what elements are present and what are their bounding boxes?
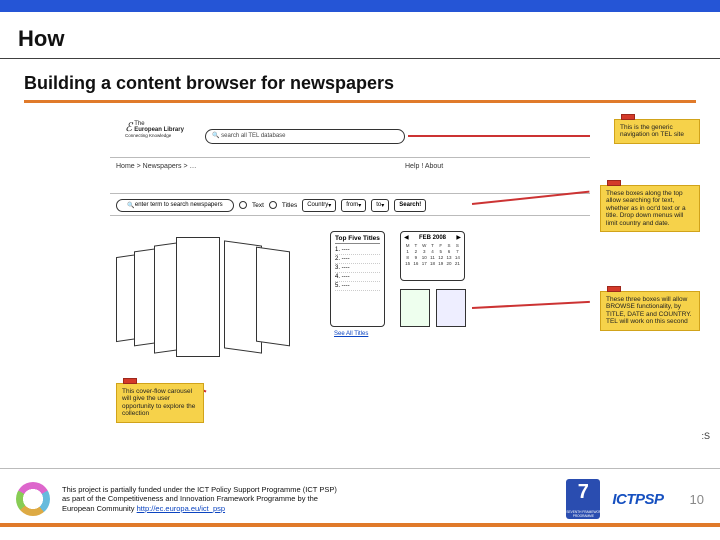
note-tab-icon [607,180,621,186]
leader-line [408,135,590,137]
calendar-month-label: FEB 2008 [419,235,446,241]
footer-accent-bar [0,523,720,527]
divider [110,157,590,158]
wireframe-canvas: ℰ The European Library Connecting Knowle… [10,115,710,445]
page-subtitle: Building a content browser for newspaper… [24,73,696,94]
annotation-carousel: This cover-flow carousel will give the u… [116,383,204,423]
cropped-text-fragment: :S [701,431,710,441]
subtitle-rule [24,100,696,103]
see-all-titles-link[interactable]: See All Titles [334,331,368,337]
newspaper-search-input[interactable]: 🔍 enter term to search newspapers [116,199,234,212]
radio-titles[interactable] [269,201,277,209]
note-tab-icon [621,114,635,120]
list-item[interactable]: 2. ---- [335,255,380,264]
country-thumbnail[interactable] [400,289,430,327]
list-item[interactable]: 1. ---- [335,246,380,255]
coverflow-carousel[interactable] [116,235,306,365]
european-library-logo: ℰ The European Library Connecting Knowle… [125,121,190,147]
country-select[interactable]: Country ▾ [302,199,336,212]
breadcrumb[interactable]: Home > Newspapers > … [116,163,197,170]
annotation-nav: This is the generic navigation on TEL si… [614,119,700,144]
page-number: 10 [690,492,704,507]
radio-titles-label: Titles [282,202,297,209]
funding-statement: This project is partially funded under t… [62,485,337,513]
calendar-grid: MTWTFSS 1234567 891011121314 15161718192… [404,243,461,266]
page-title: How [18,26,702,52]
country-thumbnail[interactable] [436,289,466,327]
tel-global-search[interactable]: 🔍 search all TEL database [205,129,405,144]
slide-footer: This project is partially funded under t… [0,468,720,540]
annotation-browse: These three boxes will allow BROWSE func… [600,291,700,331]
note-tab-icon [123,378,137,384]
fp7-logo-icon [566,479,600,519]
search-button[interactable]: Search! [394,199,426,212]
ict-psp-wordmark: ICTPSP [612,491,663,508]
divider [110,215,590,216]
list-item[interactable]: 3. ---- [335,264,380,273]
annotation-search: These boxes along the top allow searchin… [600,185,700,232]
list-item[interactable]: 5. ---- [335,282,380,291]
europeana-logo-icon [16,482,50,516]
cover-page-front [176,237,220,357]
calendar-widget[interactable]: ◀ FEB 2008 ▶ MTWTFSS 1234567 891011121314 … [400,231,465,281]
to-select[interactable]: to ▾ [371,199,389,212]
list-item[interactable]: 4. ---- [335,273,380,282]
help-about-links[interactable]: Help ! About [405,163,443,170]
prev-month-icon[interactable]: ◀ [404,234,409,241]
next-month-icon[interactable]: ▶ [456,234,461,241]
top-five-heading: Top Five Titles [335,235,380,244]
top-five-box[interactable]: Top Five Titles 1. ---- 2. ---- 3. ---- … [330,231,385,327]
ict-psp-link[interactable]: http://ec.europa.eu/ict_psp [137,504,225,513]
divider [110,193,590,194]
top-five-list: 1. ---- 2. ---- 3. ---- 4. ---- 5. ---- [335,246,380,291]
cover-page [256,247,290,347]
from-select[interactable]: from ▾ [341,199,366,212]
note-tab-icon [607,286,621,292]
top-accent-bar [0,0,720,12]
radio-text[interactable] [239,201,247,209]
radio-text-label: Text [252,202,264,209]
leader-line [472,301,590,309]
